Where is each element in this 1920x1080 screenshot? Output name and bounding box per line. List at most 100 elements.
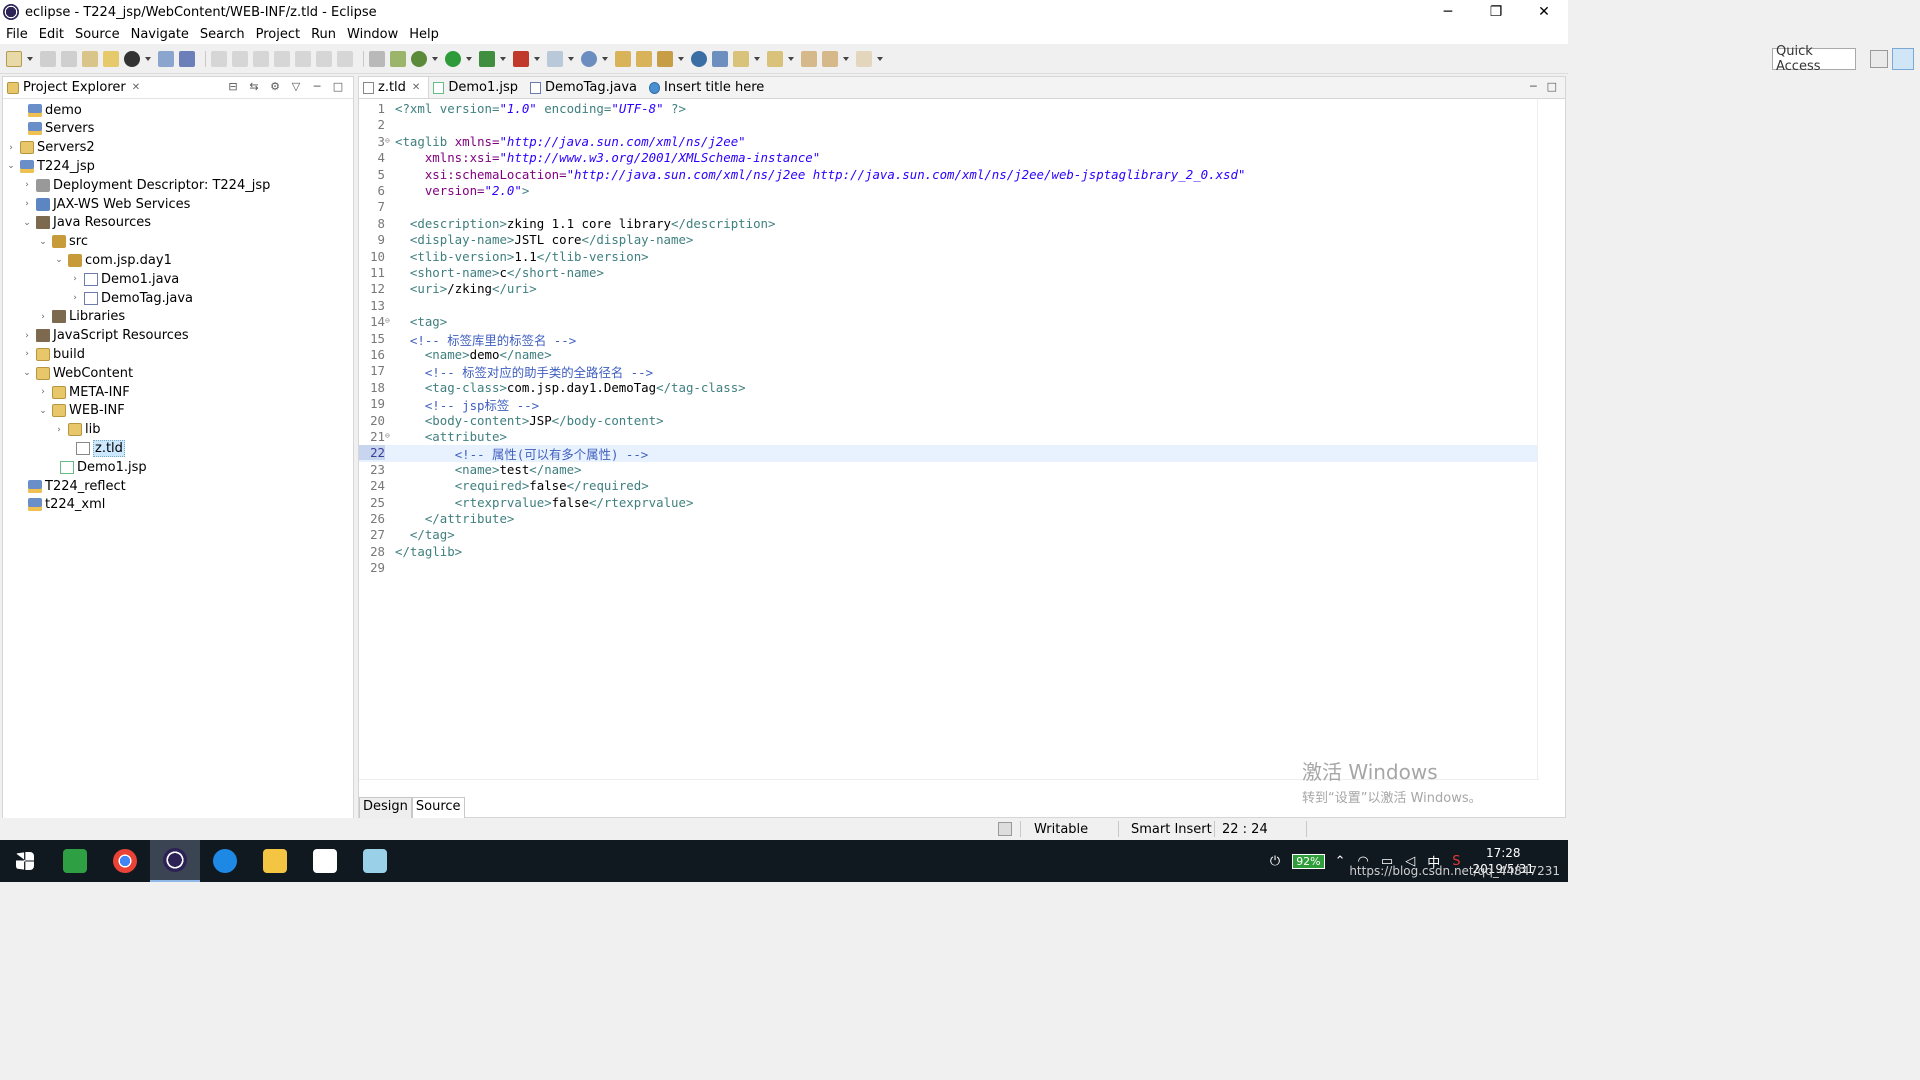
tab-z-tld[interactable]: z.tld ✕ (359, 77, 430, 98)
menu-help[interactable]: Help (409, 27, 439, 42)
profile-icon[interactable] (124, 50, 140, 67)
taskbar-hbuilder[interactable] (50, 840, 100, 882)
menu-run[interactable]: Run (311, 27, 336, 42)
taskbar-eclipse[interactable] (150, 840, 200, 882)
tree-item[interactable]: ⌄ WEB-INF (37, 402, 125, 420)
close-tab-icon[interactable]: ✕ (412, 82, 420, 93)
taskbar-video-editor[interactable] (300, 840, 350, 882)
minimize-button[interactable]: ─ (1424, 0, 1472, 24)
step-over-icon[interactable] (316, 50, 332, 67)
step-into-icon[interactable] (295, 50, 311, 67)
code-line[interactable]: 19 <!-- jsp标签 --> (359, 396, 1539, 413)
chevron-down-icon[interactable] (602, 51, 609, 67)
chevron-down-icon[interactable] (145, 51, 152, 67)
chevron-down-icon[interactable]: ⌄ (21, 218, 33, 228)
code-line[interactable]: 3 ⊖ <taglib xmlns="http://java.sun.com/xml… (359, 134, 1539, 150)
use-step-filters-icon[interactable] (369, 50, 385, 67)
fold-toggle-icon[interactable]: ⊖ (385, 316, 390, 325)
chevron-right-icon[interactable]: › (21, 180, 33, 190)
chevron-down-icon[interactable] (678, 51, 685, 67)
view-menu-icon[interactable]: ▽ (289, 80, 303, 94)
maximize-editor-icon[interactable]: □ (1547, 80, 1557, 93)
minimize-editor-icon[interactable]: ─ (1530, 80, 1537, 93)
tree-item[interactable]: › JavaScript Resources (21, 327, 189, 345)
close-button[interactable]: ✕ (1520, 0, 1568, 24)
code-line[interactable]: 16 <name>demo</name> (359, 347, 1539, 363)
tree-item[interactable]: › Servers2 (5, 139, 95, 157)
tree-item[interactable]: › DemoTag.java (69, 289, 193, 307)
code-line[interactable]: 5 xsi:schemaLocation="http://java.sun.co… (359, 167, 1539, 183)
tree-item[interactable]: › Deployment Descriptor: T224_jsp (21, 176, 270, 194)
skip-breakpoints-icon[interactable] (179, 50, 195, 67)
tree-item[interactable]: Demo1.jsp (45, 458, 147, 476)
project-explorer-title[interactable]: Project Explorer (23, 80, 126, 95)
restore-button[interactable]: ❐ (1472, 0, 1520, 24)
next-annotation-icon[interactable] (733, 50, 749, 67)
disconnect-icon[interactable] (274, 50, 290, 67)
step-return-icon[interactable] (337, 50, 353, 67)
tree-item[interactable]: ⌄ com.jsp.day1 (53, 251, 172, 269)
chevron-right-icon[interactable]: › (69, 293, 81, 303)
chevron-down-icon[interactable] (27, 51, 34, 67)
new-java-project-icon[interactable] (547, 50, 563, 67)
server-icon[interactable] (390, 50, 406, 67)
coverage-icon[interactable] (479, 50, 495, 67)
save-icon[interactable] (40, 50, 56, 67)
chevron-down-icon[interactable] (568, 51, 575, 67)
save-all-icon[interactable] (61, 50, 77, 67)
taskbar-chrome[interactable] (100, 840, 150, 882)
last-edit-icon[interactable] (801, 50, 817, 67)
chevron-right-icon[interactable]: › (53, 425, 65, 435)
battery-indicator[interactable]: 92% (1292, 853, 1325, 869)
maximize-view-icon[interactable]: □ (331, 80, 345, 94)
chevron-right-icon[interactable]: › (21, 199, 33, 209)
chevron-down-icon[interactable] (754, 51, 761, 67)
terminate-icon[interactable] (253, 50, 269, 67)
code-line[interactable]: 17 <!-- 标签对应的助手类的全路径名 --> (359, 363, 1539, 380)
chevron-down-icon[interactable] (432, 51, 439, 67)
tree-item[interactable]: demo (13, 101, 82, 119)
code-line[interactable]: 8 <description>zking 1.1 core library</d… (359, 216, 1539, 232)
taskbar-file-explorer[interactable] (250, 840, 300, 882)
menu-navigate[interactable]: Navigate (131, 27, 189, 42)
code-line[interactable]: 11 <short-name>c</short-name> (359, 265, 1539, 281)
code-line[interactable]: 28 </taglib> (359, 544, 1539, 560)
tree-item[interactable]: › JAX-WS Web Services (21, 195, 190, 213)
chevron-down-icon[interactable]: ⌄ (21, 368, 33, 378)
chevron-right-icon[interactable]: › (69, 274, 81, 284)
link-with-editor-icon[interactable]: ⇆ (247, 80, 261, 94)
tab-demotag-java[interactable]: DemoTag.java (526, 77, 645, 98)
code-line[interactable]: 1 <?xml version="1.0" encoding="UTF-8" ?> (359, 101, 1539, 117)
debug-icon[interactable] (411, 50, 427, 67)
open-folder-icon[interactable] (615, 50, 631, 67)
resume-icon[interactable] (211, 50, 227, 67)
code-line[interactable]: 7 (359, 199, 1539, 215)
chevron-down-icon[interactable]: ⌄ (53, 255, 65, 265)
code-line[interactable]: 27 </tag> (359, 527, 1539, 543)
open-type-icon[interactable] (82, 50, 98, 67)
minimize-view-icon[interactable]: ─ (310, 80, 324, 94)
tree-item[interactable]: › build (21, 345, 85, 363)
code-line[interactable]: 13 (359, 298, 1539, 314)
chevron-right-icon[interactable]: › (21, 349, 33, 359)
code-line[interactable]: 18 <tag-class>com.jsp.day1.DemoTag</tag-… (359, 380, 1539, 396)
code-line[interactable]: 21 ⊖ <attribute> (359, 429, 1539, 445)
tree-item[interactable]: ⌄ src (37, 233, 88, 251)
menu-project[interactable]: Project (256, 27, 300, 42)
tab-insert-title-here[interactable]: Insert title here (645, 77, 772, 98)
menu-file[interactable]: File (6, 27, 28, 42)
forward-icon[interactable] (856, 50, 872, 67)
code-line[interactable]: 25 <rtexprvalue>false</rtexprvalue> (359, 495, 1539, 511)
open-resource-icon[interactable] (103, 50, 119, 67)
code-line[interactable]: 12 <uri>/zking</uri> (359, 281, 1539, 297)
tree-item[interactable]: › Demo1.java (69, 270, 179, 288)
terminal-icon[interactable] (158, 50, 174, 67)
code-line[interactable]: 23 <name>test</name> (359, 462, 1539, 478)
java-ee-perspective-icon[interactable] (1892, 48, 1914, 70)
chevron-down-icon[interactable] (788, 51, 795, 67)
external-tools-icon[interactable] (513, 50, 529, 67)
chevron-up-icon[interactable]: ⌃ (1335, 854, 1346, 869)
code-line[interactable]: 29 (359, 560, 1539, 576)
vertical-scrollbar[interactable] (1537, 99, 1565, 779)
code-line[interactable]: 9 <display-name>JSTL core</display-name> (359, 232, 1539, 248)
